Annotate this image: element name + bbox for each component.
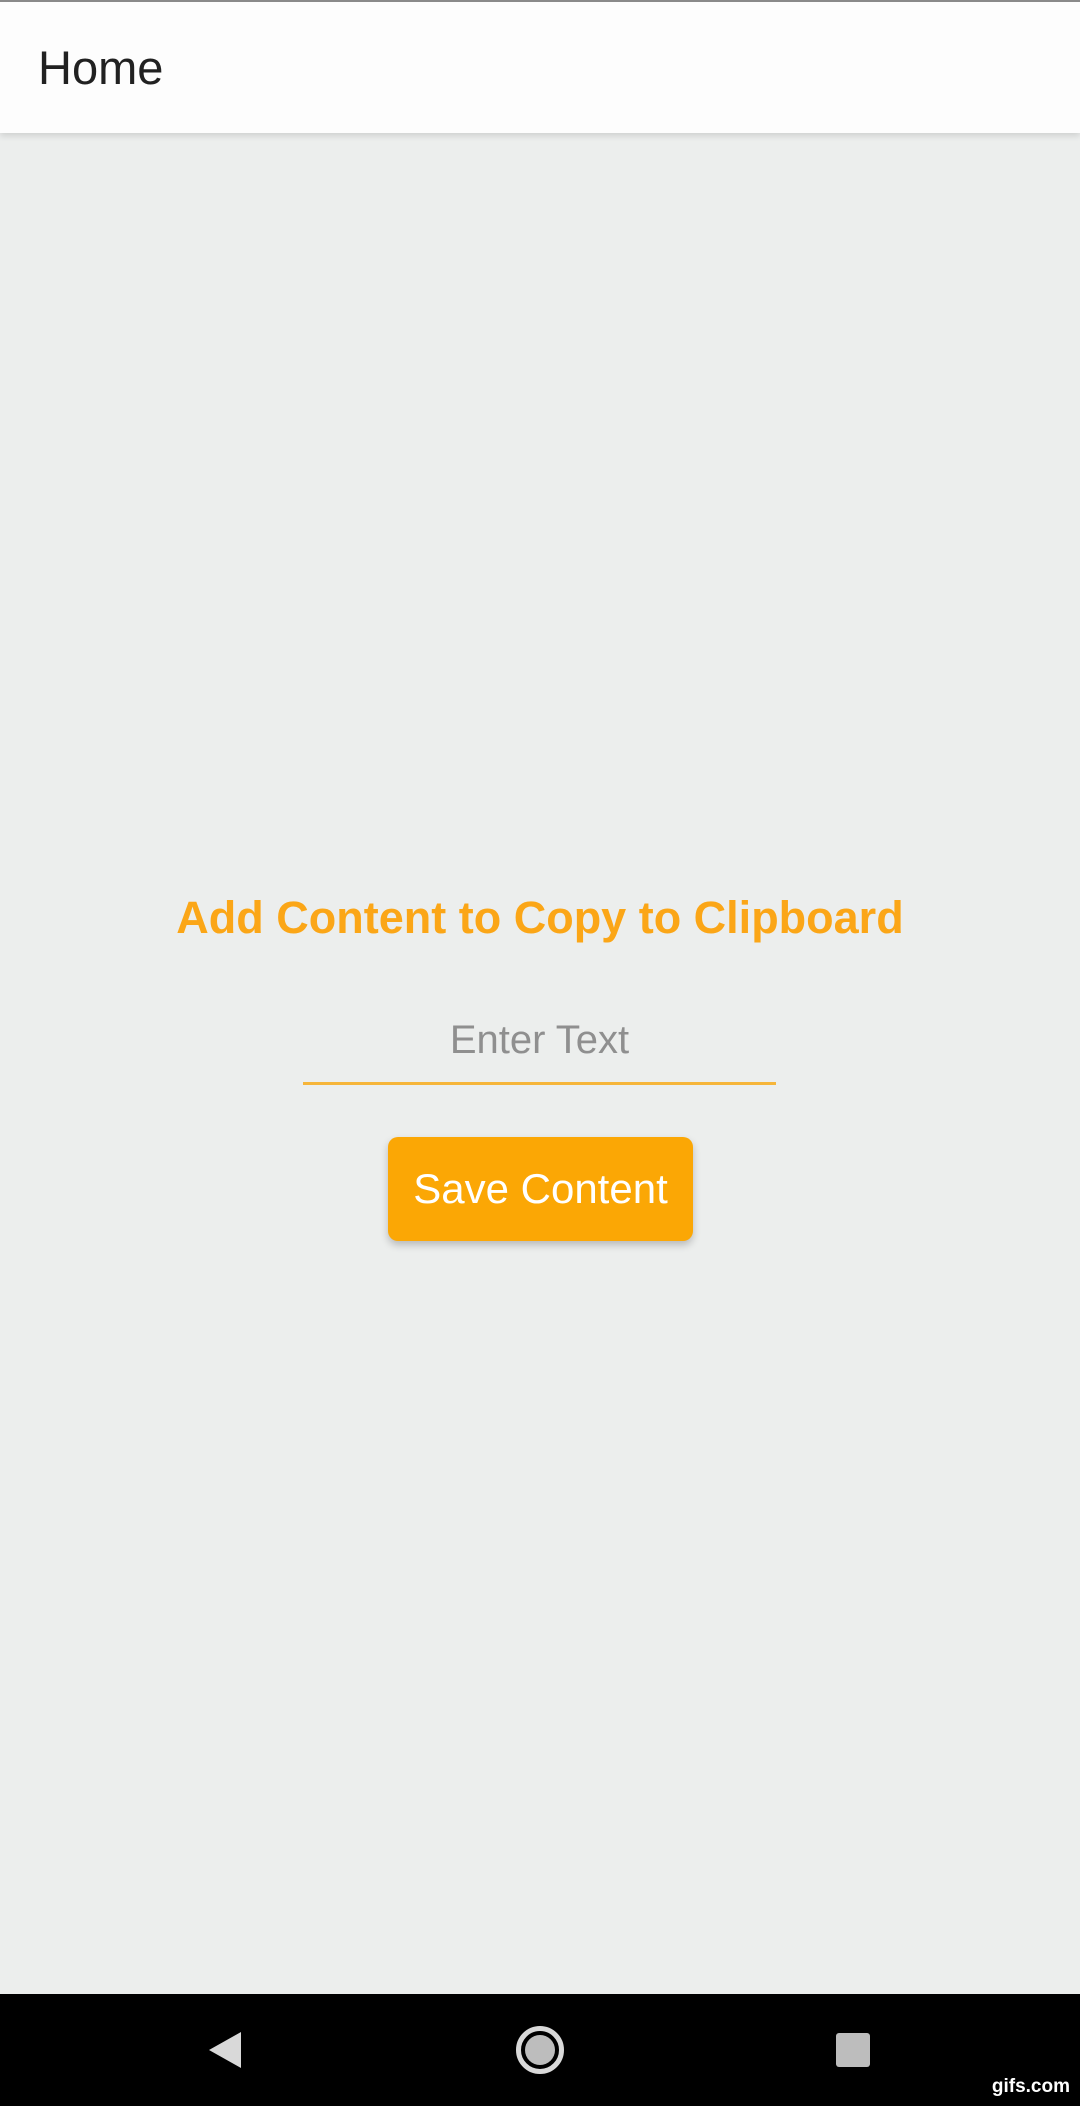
system-navigation-bar: gifs.com <box>0 1994 1080 2106</box>
main-content: Add Content to Copy to Clipboard Save Co… <box>0 133 1080 1994</box>
recents-square-icon <box>836 2033 870 2067</box>
watermark-text: gifs.com <box>991 2076 1070 2097</box>
page-title: Home <box>38 41 164 94</box>
home-circle-icon <box>516 2026 564 2074</box>
app-bar: Home <box>0 0 1080 133</box>
text-input[interactable] <box>303 999 776 1085</box>
nav-recents-button[interactable] <box>793 1994 913 2106</box>
nav-back-button[interactable] <box>165 1994 285 2106</box>
nav-home-button[interactable] <box>480 1994 600 2106</box>
clipboard-heading: Add Content to Copy to Clipboard <box>176 892 904 943</box>
save-content-button[interactable]: Save Content <box>388 1137 693 1241</box>
back-triangle-icon <box>209 2032 241 2068</box>
